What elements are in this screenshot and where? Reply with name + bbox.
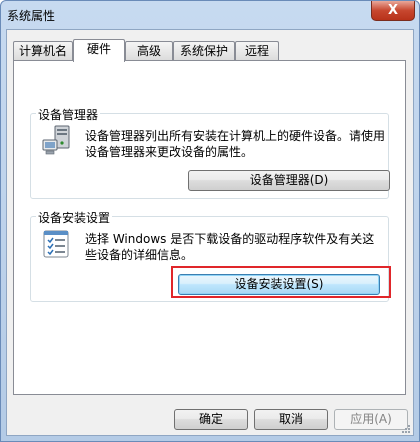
device-install-title: 设备安装设置 [36,209,113,226]
apply-button[interactable]: 应用(A) [334,409,408,430]
title-bar[interactable]: 系统属性 X [1,1,419,29]
device-manager-icon [41,124,75,161]
dialog-client: 计算机名 硬件 高级 系统保护 远程 设备管理器 设备管理器列出所有安装在计算机… [6,29,414,436]
close-button[interactable]: X [371,1,415,21]
system-properties-window: 系统属性 X 计算机名 硬件 高级 系统保护 远程 设备管理器 设备管理器列出所… [0,0,420,442]
window-title: 系统属性 [7,9,56,23]
device-install-description: 选择 Windows 是否下载设备的驱动程序软件及有关这些设备的详细信息。 [85,232,375,262]
tab-hardware[interactable]: 硬件 [73,39,125,62]
tab-remote[interactable]: 远程 [235,41,279,60]
device-manager-button[interactable]: 设备管理器(D) [188,170,390,191]
red-highlight-box [171,266,391,298]
tab-computer-name[interactable]: 计算机名 [13,41,73,60]
device-manager-description: 设备管理器列出所有安装在计算机上的硬件设备。请使用设备管理器来更改设备的属性。 [85,129,386,159]
hardware-tab-panel: 设备管理器 设备管理器列出所有安装在计算机上的硬件设备。请使用设备管理器来更改设… [13,60,406,395]
close-icon: X [387,3,399,18]
resize-grip-icon[interactable] [401,423,411,433]
cancel-button[interactable]: 取消 [254,409,328,430]
tab-advanced[interactable]: 高级 [125,41,173,60]
device-manager-group: 设备管理器 设备管理器列出所有安装在计算机上的硬件设备。请使用设备管理器来更改设… [30,106,390,199]
ok-button[interactable]: 确定 [174,409,248,430]
checklist-icon [41,229,71,262]
device-manager-title: 设备管理器 [36,106,101,123]
tab-system-protection[interactable]: 系统保护 [173,41,235,60]
